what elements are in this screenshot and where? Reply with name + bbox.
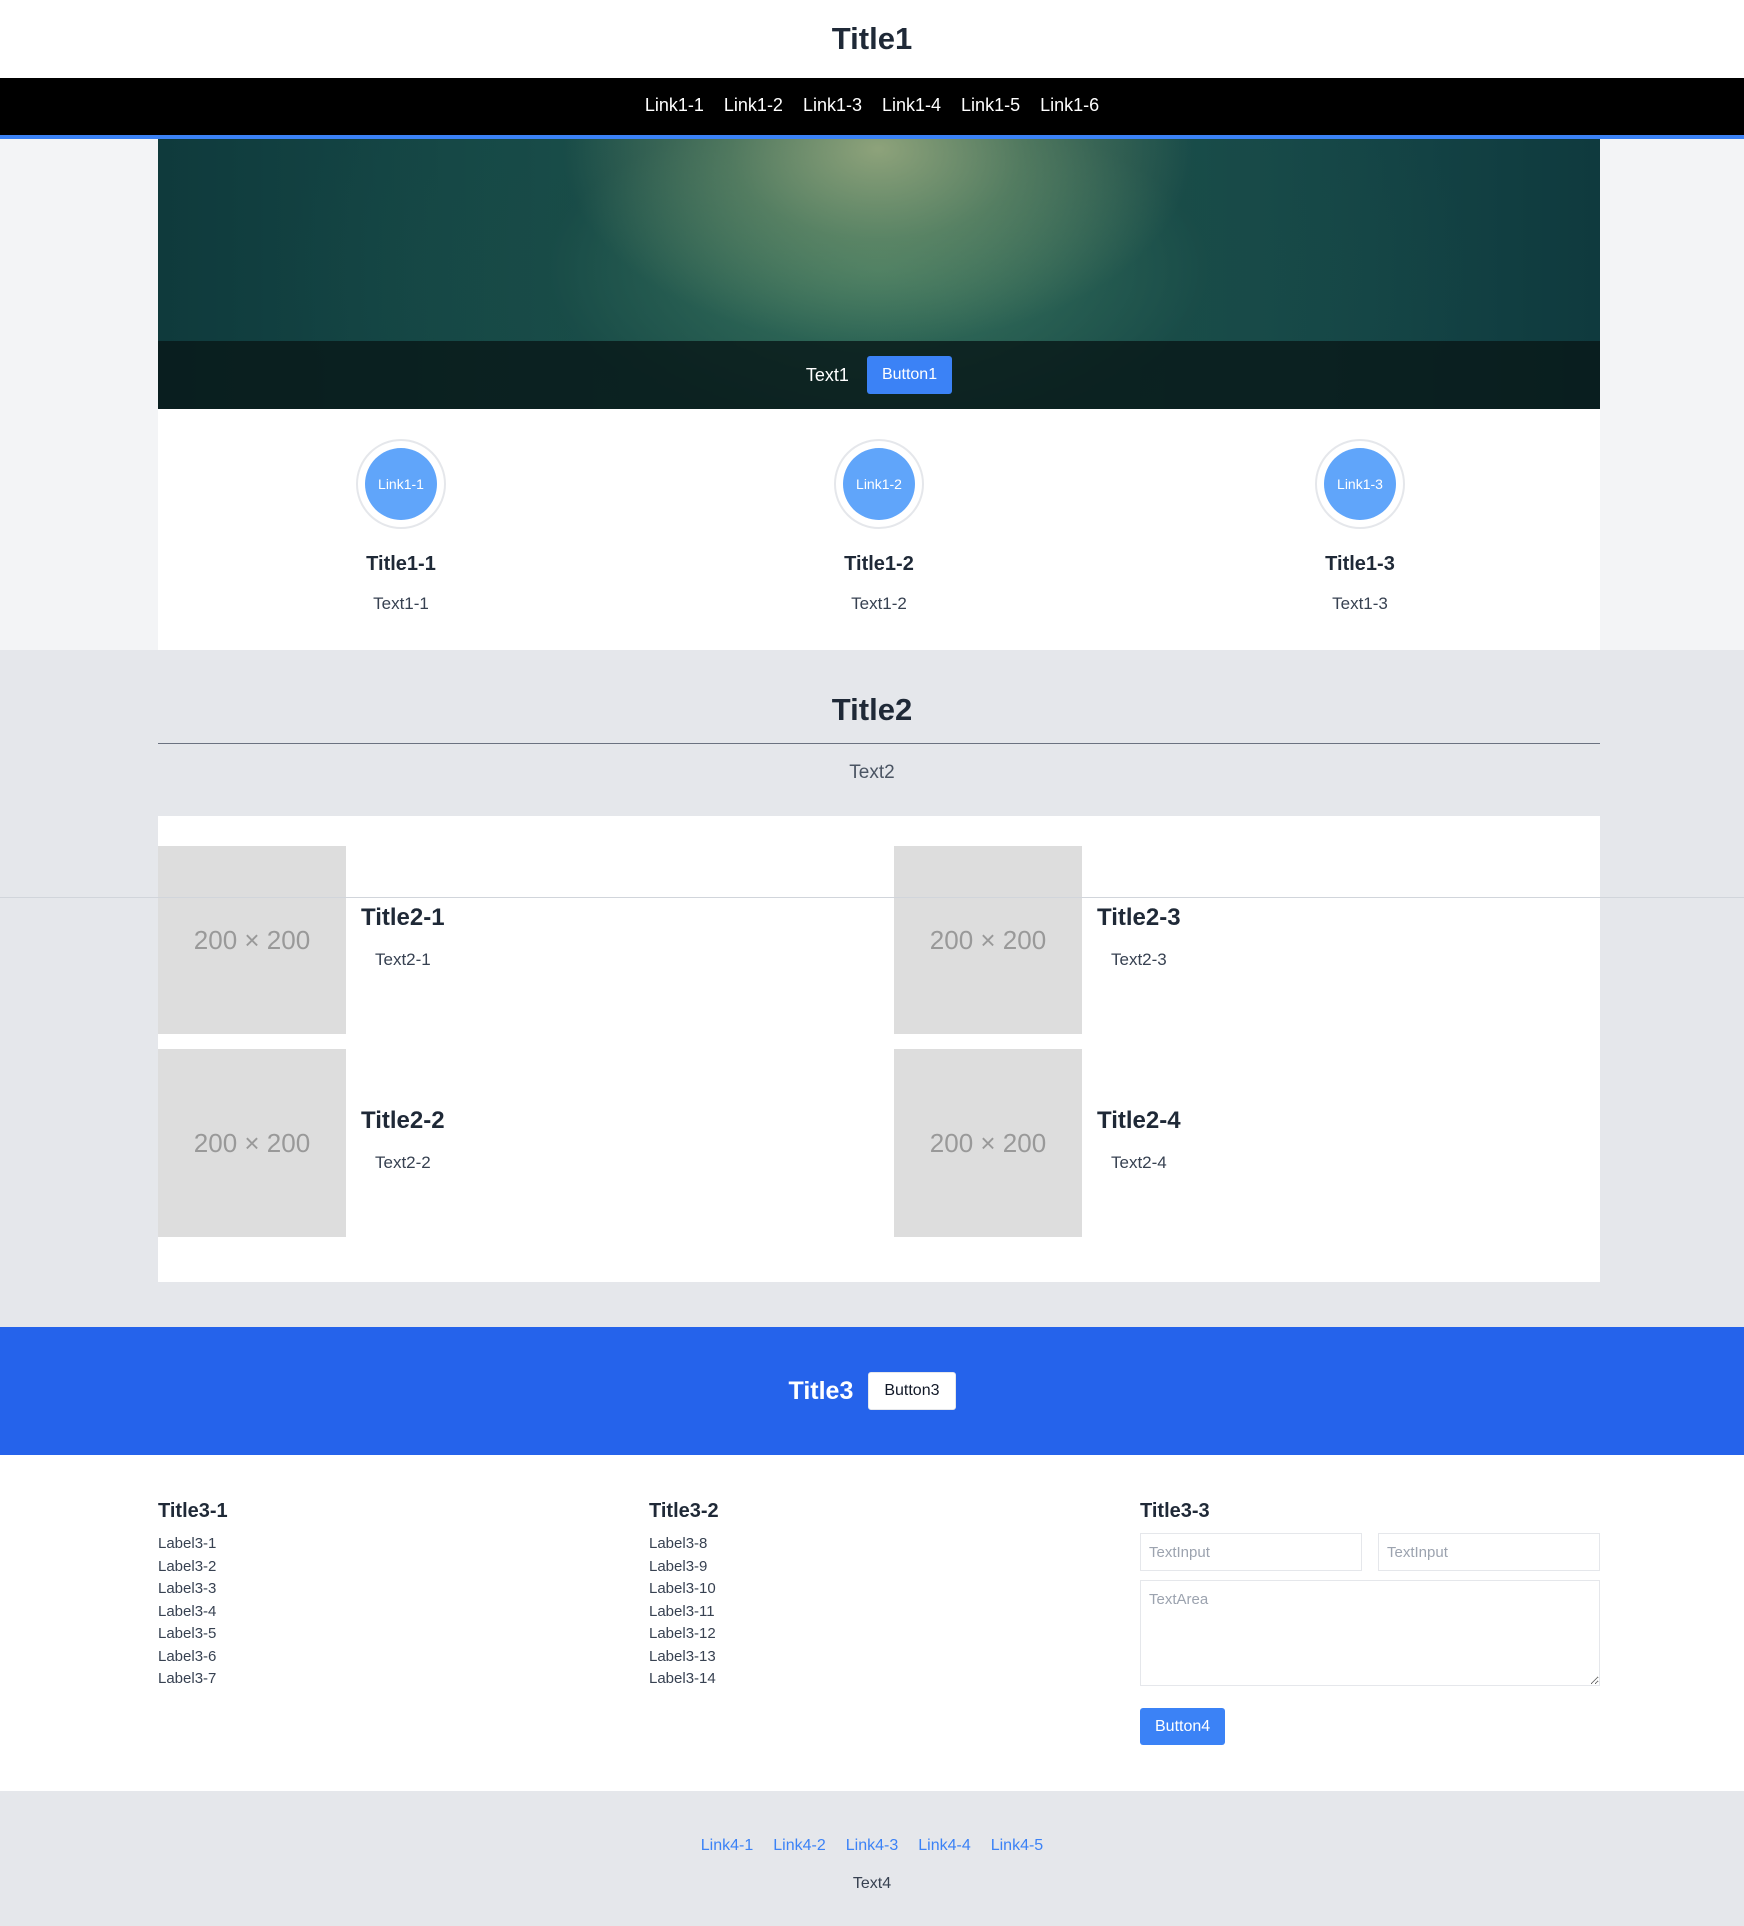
column-title: Title3-2: [649, 1500, 719, 1522]
list-item: Label3-13: [649, 1647, 716, 1665]
list-item: Label3-6: [158, 1647, 217, 1665]
main-nav: Link1-1 Link1-2 Link1-3 Link1-4 Link1-5 …: [0, 78, 1744, 139]
column-title: Title3-1: [158, 1500, 228, 1522]
footer-text: Text4: [852, 1875, 892, 1892]
feature-title: Title1-2: [844, 553, 914, 575]
nav-link-5[interactable]: Link1-5: [961, 95, 1020, 116]
feature-title: Title1-1: [366, 553, 436, 575]
nav-link-3[interactable]: Link1-3: [803, 95, 862, 116]
hero-button[interactable]: Button1: [866, 356, 953, 394]
card-text: Text2-4: [1111, 1153, 1167, 1172]
card-title: Title2-4: [1097, 1107, 1181, 1134]
features-section: Link1-1 Title1-1 Text1-1 Link1-2 Title1-…: [158, 409, 1600, 650]
list-item: Label3-10: [649, 1580, 716, 1597]
label-list: Label3-8 Label3-9 Label3-10 Label3-11 La…: [649, 1533, 719, 1691]
feature-circle: Link1-1: [356, 439, 446, 529]
section-2: Title2 Text2 200 × 200 Title2-1 Text2-1 …: [0, 650, 1744, 1327]
feature-link-1[interactable]: Link1-1: [365, 448, 437, 520]
media-card: 200 × 200 Title2-2 Text2-2: [158, 1049, 858, 1237]
footer-link-1[interactable]: Link4-1: [701, 1837, 753, 1855]
card-grid: 200 × 200 Title2-1 Text2-1 200 × 200 Tit…: [158, 816, 1600, 1282]
list-item: Label3-7: [158, 1670, 217, 1687]
column-1: Title3-1 Label3-1 Label3-2 Label3-3 Labe…: [158, 1500, 228, 1691]
hero-banner: Text1 Button1: [158, 139, 1600, 409]
feature-item: Link1-2 Title1-2 Text1-2: [729, 439, 1029, 614]
footer-link-3[interactable]: Link4-3: [846, 1837, 898, 1855]
feature-text: Text1-1: [373, 594, 429, 613]
list-item: Label3-8: [649, 1535, 708, 1552]
card-text: Text2-1: [375, 950, 431, 969]
hero-caption-bar: Text1 Button1: [158, 341, 1600, 409]
feature-text: Text1-3: [1332, 594, 1388, 613]
feature-circle: Link1-3: [1315, 439, 1405, 529]
inputs-row: [1140, 1533, 1600, 1571]
card-title: Title2-2: [361, 1107, 445, 1134]
card-title: Title2-3: [1097, 904, 1181, 931]
image-placeholder: 200 × 200: [894, 1049, 1082, 1237]
feature-text: Text1-2: [851, 594, 907, 613]
footer-link-4[interactable]: Link4-4: [918, 1837, 970, 1855]
cta-band: Title3 Button3: [0, 1327, 1744, 1455]
text-input-2[interactable]: [1378, 1533, 1600, 1571]
form-title: Title3-3: [1140, 1500, 1210, 1522]
card-text: Text2-3: [1111, 950, 1167, 969]
nav-link-4[interactable]: Link1-4: [882, 95, 941, 116]
list-item: Label3-5: [158, 1625, 217, 1642]
card-title: Title2-1: [361, 904, 445, 931]
nav-link-2[interactable]: Link1-2: [724, 95, 783, 116]
footer-links: Link4-1 Link4-2 Link4-3 Link4-4 Link4-5: [0, 1837, 1744, 1855]
nav-link-6[interactable]: Link1-6: [1040, 95, 1099, 116]
cta-title: Title3: [788, 1376, 854, 1405]
list-item: Label3-4: [158, 1602, 217, 1620]
text-input-1[interactable]: [1140, 1533, 1362, 1571]
feature-title: Title1-3: [1325, 553, 1395, 575]
feature-circle: Link1-2: [834, 439, 924, 529]
message-textarea[interactable]: [1140, 1580, 1600, 1686]
feature-item: Link1-3 Title1-3 Text1-3: [1210, 439, 1510, 614]
image-placeholder: 200 × 200: [894, 846, 1082, 1034]
cta-button[interactable]: Button3: [868, 1372, 956, 1410]
horizontal-guide-line: [0, 897, 1744, 898]
list-item: Label3-9: [649, 1557, 708, 1575]
media-card: 200 × 200 Title2-3 Text2-3: [894, 846, 1594, 1034]
list-item: Label3-2: [158, 1557, 217, 1575]
card-text: Text2-2: [375, 1153, 431, 1172]
list-item: Label3-1: [158, 1535, 217, 1552]
footer-link-2[interactable]: Link4-2: [773, 1837, 825, 1855]
media-card: 200 × 200 Title2-1 Text2-1: [158, 846, 858, 1034]
footer-columns: Title3-1 Label3-1 Label3-2 Label3-3 Labe…: [0, 1455, 1744, 1791]
media-card: 200 × 200 Title2-4 Text2-4: [894, 1049, 1594, 1237]
section-2-text: Text2: [849, 762, 895, 783]
feature-item: Link1-1 Title1-1 Text1-1: [251, 439, 551, 614]
footer-link-5[interactable]: Link4-5: [991, 1837, 1043, 1855]
image-placeholder: 200 × 200: [158, 1049, 346, 1237]
list-item: Label3-12: [649, 1625, 716, 1642]
site-footer: Link4-1 Link4-2 Link4-3 Link4-4 Link4-5 …: [0, 1791, 1744, 1926]
section-2-divider: [158, 743, 1600, 744]
page-title: Title1: [831, 21, 913, 56]
feature-link-2[interactable]: Link1-2: [843, 448, 915, 520]
contact-form: Title3-3 Button4: [1140, 1500, 1600, 1745]
feature-link-3[interactable]: Link1-3: [1324, 448, 1396, 520]
list-item: Label3-3: [158, 1580, 217, 1597]
image-placeholder: 200 × 200: [158, 846, 346, 1034]
nav-link-1[interactable]: Link1-1: [645, 95, 704, 116]
column-2: Title3-2 Label3-8 Label3-9 Label3-10 Lab…: [649, 1500, 719, 1691]
hero-text: Text1: [805, 364, 849, 385]
submit-button[interactable]: Button4: [1140, 1708, 1226, 1745]
list-item: Label3-11: [649, 1602, 715, 1620]
section-2-title: Title2: [831, 692, 913, 727]
site-header: Title1: [0, 0, 1744, 78]
list-item: Label3-14: [649, 1670, 716, 1687]
label-list: Label3-1 Label3-2 Label3-3 Label3-4 Labe…: [158, 1533, 228, 1691]
